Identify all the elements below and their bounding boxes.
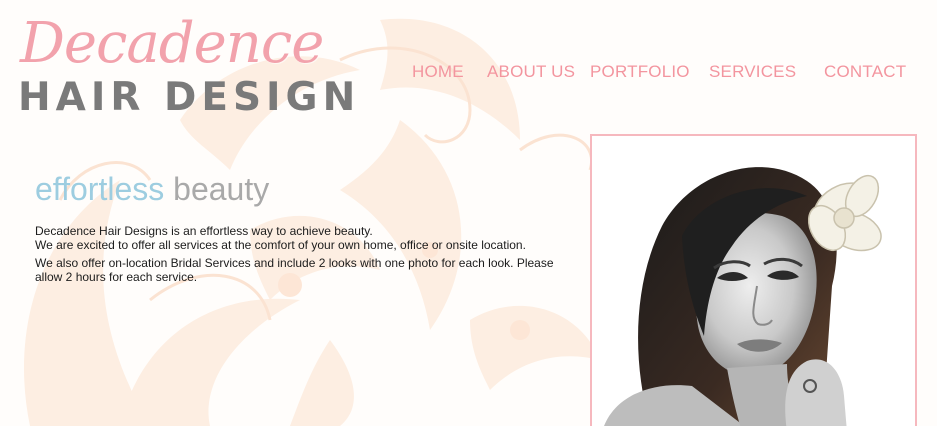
hero-copy: Decadence Hair Designs is an effortless … <box>35 224 555 288</box>
intro-line-1: Decadence Hair Designs is an effortless … <box>35 224 373 238</box>
intro-line-2: We are excited to offer all services at … <box>35 238 526 252</box>
tagline-effortless: effortless <box>35 171 165 207</box>
portrait-photo <box>590 134 917 426</box>
site-logo[interactable]: Decadence HAIR DESIGN <box>18 14 355 124</box>
hero-tagline: effortless beauty <box>35 171 270 207</box>
nav-portfolio-link[interactable]: PORTFOLIO <box>590 62 690 82</box>
nav-about-us-link[interactable]: ABOUT US <box>487 62 575 82</box>
nav-home-link[interactable]: HOME <box>412 62 464 82</box>
page: Decadence HAIR DESIGN HOME ABOUT US PORT… <box>0 0 937 426</box>
logo-script-text: Decadence <box>20 11 324 76</box>
nav-services-link[interactable]: SERVICES <box>709 62 796 82</box>
intro-paragraph: Decadence Hair Designs is an effortless … <box>35 224 555 252</box>
tagline-beauty: beauty <box>173 171 270 207</box>
nav-contact-link[interactable]: CONTACT <box>824 62 906 82</box>
logo-block-text: HAIR DESIGN <box>18 75 361 120</box>
bridal-paragraph: We also offer on-location Bridal Service… <box>35 256 554 284</box>
portrait-photo-icon <box>592 136 915 426</box>
